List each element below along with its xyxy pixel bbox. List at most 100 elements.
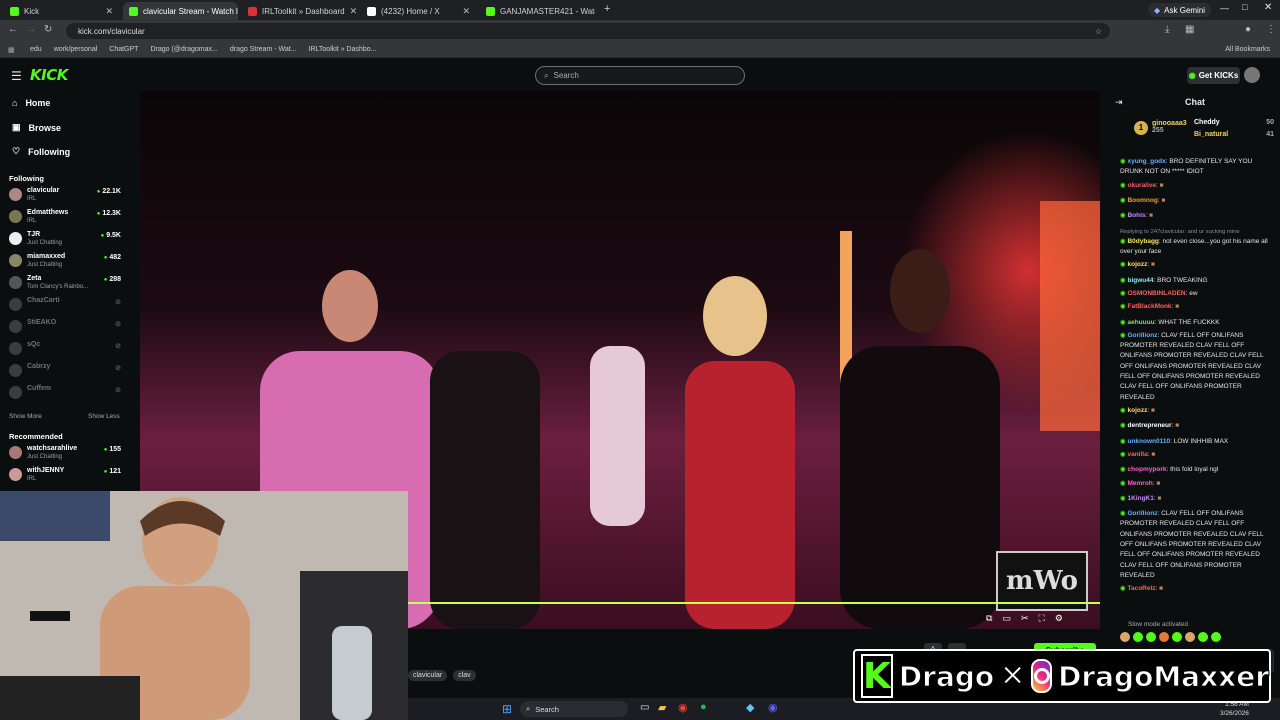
chat-username[interactable]: xyung_godx (1127, 158, 1165, 165)
chat-username[interactable]: unknown0110 (1127, 438, 1170, 445)
search-input[interactable]: ⌕ Search (535, 66, 745, 85)
close-tab-icon[interactable]: ✕ (105, 6, 113, 17)
extensions-icon[interactable]: ▦ (1185, 24, 1194, 35)
chat-username[interactable]: chopmypork (1127, 466, 1166, 473)
emote-icon[interactable] (1133, 632, 1143, 642)
task-view-icon[interactable]: ▭ (640, 702, 649, 713)
chat-username[interactable]: Boomnog (1127, 197, 1157, 204)
chrome-icon[interactable]: ◉ (678, 701, 688, 714)
maximize-icon[interactable]: □ (1242, 2, 1247, 12)
emote-icon[interactable] (1159, 632, 1169, 642)
ask-gemini-button[interactable]: ◆ Ask Gemini (1148, 3, 1212, 17)
sidebar-channel[interactable]: miamaxxed Just Chatting 482 (9, 251, 121, 271)
chat-username[interactable]: aehuuuu (1127, 319, 1154, 326)
chat-username[interactable]: okuralive (1127, 182, 1156, 189)
browser-tab[interactable]: clavicular Stream - Watch l...✕ (123, 2, 238, 20)
browser-tab[interactable]: GANJAMASTER421 - Watch clip✕ (480, 2, 595, 20)
theater-icon[interactable]: ▭ (1002, 613, 1011, 624)
browser-tab[interactable]: (4232) Home / X ✕ (361, 2, 476, 20)
reload-icon[interactable]: ↻ (44, 24, 52, 35)
tab-label: clavicular Stream - Watch l... (143, 6, 238, 16)
bookmark-item[interactable]: ChatGPT (109, 46, 138, 53)
spotify-icon[interactable]: ● (700, 701, 707, 713)
chat-username[interactable]: Bohis (1127, 212, 1145, 219)
stream-tag[interactable]: clavicular (408, 670, 448, 681)
chat-username[interactable]: Gorillionz (1127, 510, 1157, 517)
emote-icon[interactable] (1120, 632, 1130, 642)
bookmark-item[interactable]: work/personal (54, 46, 98, 53)
sidebar-channel[interactable]: withJENNY IRL 121 (9, 465, 121, 485)
chat-username[interactable]: bigwu44 (1127, 277, 1153, 284)
emote-icon: ■ (1175, 422, 1180, 430)
windows-start-icon[interactable]: ⊞ (502, 702, 512, 716)
show-more-button[interactable]: Show More (9, 413, 42, 420)
emote-icon[interactable] (1185, 632, 1195, 642)
chat-username[interactable]: kojozz (1127, 407, 1147, 414)
chat-username[interactable]: kojozz (1127, 261, 1147, 268)
chat-username[interactable]: Gorillionz (1127, 332, 1157, 339)
close-tab-icon[interactable]: ✕ (462, 6, 470, 17)
chat-username[interactable]: TacoRelz (1127, 585, 1155, 592)
emote-icon[interactable] (1172, 632, 1182, 642)
viewer-count: 22.1K (97, 188, 121, 195)
forward-icon[interactable]: → (26, 24, 36, 35)
bookmark-item[interactable]: drago Stream - Wat... (230, 46, 297, 53)
close-tab-icon[interactable]: ✕ (350, 6, 357, 17)
show-less-button[interactable]: Show Less (88, 413, 120, 420)
clip-icon[interactable]: ✂ (1021, 613, 1029, 624)
browser-tab[interactable]: Kick ✕ (4, 2, 119, 20)
new-tab-button[interactable]: + (604, 3, 610, 15)
emote-icon[interactable] (1146, 632, 1156, 642)
bookmark-item[interactable]: IRLToolkit » Dashbo... (309, 46, 377, 53)
file-explorer-icon[interactable]: ▰ (658, 701, 666, 714)
minimize-icon[interactable]: — (1220, 3, 1229, 13)
download-icon[interactable]: ⤓ (1165, 24, 1169, 35)
nav-home[interactable]: ⌂ Home (12, 98, 50, 108)
chat-username[interactable]: FatBlackMonk (1127, 303, 1171, 310)
steam-icon[interactable]: ◆ (746, 701, 754, 714)
sidebar-channel[interactable]: StiEAKO ⊘ (9, 317, 121, 337)
emote-icon[interactable] (1198, 632, 1208, 642)
apps-grid-icon[interactable]: ▦ (8, 46, 15, 54)
progress-bar[interactable] (408, 602, 1100, 604)
sidebar-channel[interactable]: sQc ⊘ (9, 339, 121, 359)
all-bookmarks[interactable]: All Bookmarks (1225, 46, 1270, 53)
nav-browse[interactable]: ▣ Browse (12, 122, 61, 133)
chat-username[interactable]: 1KingK1 (1127, 495, 1153, 502)
sidebar-channel[interactable]: TJR Just Chatting 9.5K (9, 229, 121, 249)
bookmark-item[interactable]: Drago (@dragomax... (150, 46, 217, 53)
settings-icon[interactable]: ⚙ (1055, 613, 1063, 624)
browser-tab[interactable]: IRLToolkit » Dashboard ✕ (242, 2, 357, 20)
sidebar-channel[interactable]: ChazCarti ⊘ (9, 295, 121, 315)
sidebar-channel[interactable]: Zeta Tom Clancy's Rainbo... 288 (9, 273, 121, 293)
stream-tag[interactable]: clav (453, 670, 476, 681)
user-avatar[interactable] (1244, 67, 1260, 83)
collapse-chat-icon[interactable]: ⇥ (1115, 97, 1123, 108)
nav-following[interactable]: ♡ Following (12, 146, 70, 157)
sidebar-channel[interactable]: Cabrzy ⊘ (9, 361, 121, 381)
sidebar-channel[interactable]: Edmatthews IRL 12.3K (9, 207, 121, 227)
chat-username[interactable]: vanilla (1127, 451, 1147, 458)
back-icon[interactable]: ← (8, 24, 18, 35)
fullscreen-icon[interactable]: ⛶ (1039, 613, 1045, 624)
chat-username[interactable]: OSMONBINLADEN (1127, 290, 1185, 297)
kick-logo[interactable]: KICK (30, 66, 68, 84)
pip-icon[interactable]: ⧉ (986, 613, 992, 624)
close-window-icon[interactable]: ✕ (1264, 2, 1272, 13)
chat-username[interactable]: B0dybagg (1127, 238, 1158, 245)
profile-icon[interactable]: ● (1245, 24, 1251, 35)
emote-icon[interactable] (1211, 632, 1221, 642)
sidebar-channel[interactable]: watchsarahlive Just Chatting 155 (9, 443, 121, 463)
sidebar-channel[interactable]: clavicular IRL 22.1K (9, 185, 121, 205)
sidebar-channel[interactable]: Cuffem ⊘ (9, 383, 121, 403)
bookmark-star-icon[interactable]: ☆ (1095, 27, 1102, 36)
taskbar-search[interactable]: ⌕ Search (520, 701, 628, 717)
chat-username[interactable]: Memroh (1127, 480, 1152, 487)
bookmark-item[interactable]: edu (30, 46, 42, 53)
url-field[interactable]: kick.com/clavicular ☆ (66, 23, 1110, 39)
hamburger-icon[interactable]: ☰ (11, 69, 22, 83)
menu-dots-icon[interactable]: ⋮ (1266, 24, 1276, 35)
discord-icon[interactable]: ◉ (768, 701, 778, 714)
get-kicks-button[interactable]: ◉ Get KICKs (1187, 67, 1240, 84)
chat-username[interactable]: dentrepreneur (1127, 422, 1171, 429)
